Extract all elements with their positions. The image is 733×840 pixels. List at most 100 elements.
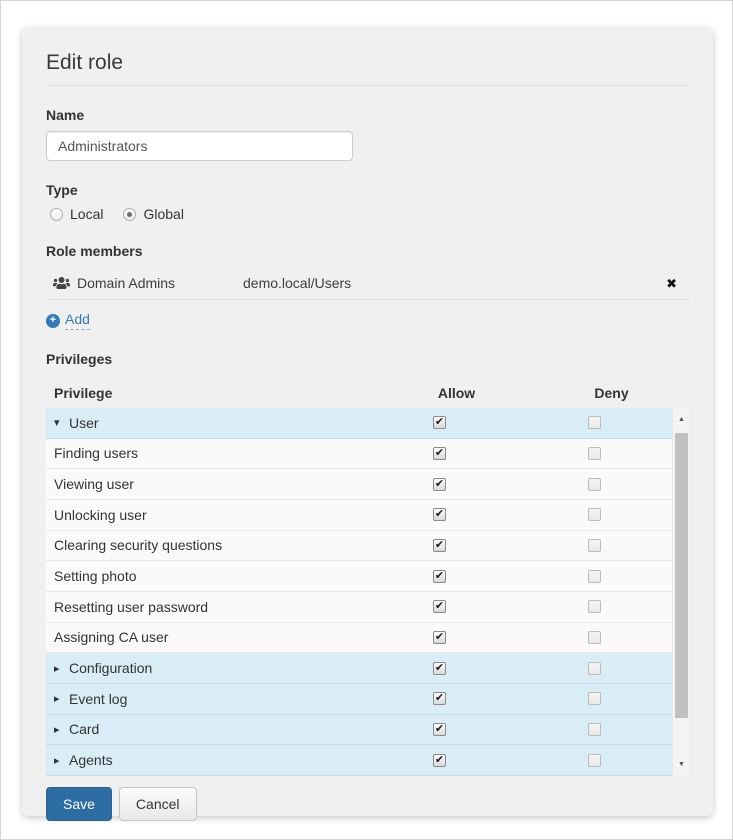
deny-checkbox-cell bbox=[517, 631, 672, 644]
privilege-cell: Clearing security questions bbox=[46, 537, 362, 553]
add-member-button[interactable]: + Add bbox=[46, 311, 90, 330]
deny-checkbox-cell bbox=[517, 754, 672, 767]
deny-checkbox[interactable] bbox=[588, 416, 601, 429]
scroll-thumb[interactable] bbox=[675, 433, 688, 718]
deny-checkbox[interactable] bbox=[588, 570, 601, 583]
deny-checkbox-cell bbox=[517, 662, 672, 675]
remove-member-icon[interactable]: ✖ bbox=[660, 277, 683, 290]
allow-checkbox[interactable]: ✔ bbox=[433, 570, 446, 583]
allow-checkbox-cell: ✔ bbox=[362, 662, 517, 675]
privilege-cell: Viewing user bbox=[46, 476, 362, 492]
allow-checkbox-cell: ✔ bbox=[362, 508, 517, 521]
scrollbar[interactable]: ▲ ▼ bbox=[672, 408, 689, 776]
window: Edit role Name Type LocalGlobal Role mem… bbox=[0, 0, 733, 840]
save-button[interactable]: Save bbox=[46, 787, 112, 821]
table-row[interactable]: ▸ Event log ✔ bbox=[46, 684, 672, 715]
privilege-cell: ▸Configuration bbox=[46, 660, 362, 676]
privileges-table-header: Privilege Allow Deny bbox=[46, 381, 689, 405]
deny-checkbox[interactable] bbox=[588, 478, 601, 491]
chevron-right-icon[interactable]: ▸ bbox=[54, 662, 64, 675]
deny-checkbox-cell bbox=[517, 692, 672, 705]
privilege-label: Unlocking user bbox=[54, 507, 147, 523]
type-radio-local[interactable]: Local bbox=[50, 206, 103, 222]
privilege-cell: Assigning CA user bbox=[46, 629, 362, 645]
deny-checkbox-cell bbox=[517, 539, 672, 552]
allow-checkbox[interactable]: ✔ bbox=[433, 508, 446, 521]
edit-role-dialog: Edit role Name Type LocalGlobal Role mem… bbox=[22, 27, 713, 816]
privilege-label: Agents bbox=[69, 752, 113, 768]
allow-checkbox-cell: ✔ bbox=[362, 723, 517, 736]
deny-checkbox[interactable] bbox=[588, 447, 601, 460]
allow-checkbox[interactable]: ✔ bbox=[433, 447, 446, 460]
role-members-label: Role members bbox=[46, 243, 689, 259]
table-row[interactable]: Setting photo ✔ bbox=[46, 561, 672, 592]
scroll-down-button[interactable]: ▼ bbox=[673, 756, 690, 773]
allow-checkbox-cell: ✔ bbox=[362, 570, 517, 583]
column-header-allow: Allow bbox=[379, 385, 534, 401]
allow-checkbox-cell: ✔ bbox=[362, 692, 517, 705]
title-divider bbox=[46, 85, 689, 86]
plus-circle-icon: + bbox=[46, 314, 60, 328]
deny-checkbox[interactable] bbox=[588, 723, 601, 736]
table-row[interactable]: Unlocking user ✔ bbox=[46, 500, 672, 531]
allow-checkbox[interactable]: ✔ bbox=[433, 416, 446, 429]
deny-checkbox-cell bbox=[517, 416, 672, 429]
deny-checkbox[interactable] bbox=[588, 539, 601, 552]
privilege-cell: Setting photo bbox=[46, 568, 362, 584]
role-member-row: Domain Admins demo.local/Users ✖ bbox=[46, 267, 689, 300]
table-row[interactable]: ▸Configuration ✔ bbox=[46, 653, 672, 684]
name-label: Name bbox=[46, 107, 689, 123]
radio-icon[interactable] bbox=[50, 208, 63, 221]
scroll-up-button[interactable]: ▲ bbox=[673, 411, 690, 428]
deny-checkbox[interactable] bbox=[588, 600, 601, 613]
chevron-down-icon[interactable]: ▾ bbox=[54, 416, 64, 429]
deny-checkbox[interactable] bbox=[588, 754, 601, 767]
page-title: Edit role bbox=[46, 51, 689, 75]
deny-checkbox[interactable] bbox=[588, 508, 601, 521]
privilege-label: Event log bbox=[69, 691, 127, 707]
table-row[interactable]: Clearing security questions ✔ bbox=[46, 531, 672, 562]
column-header-deny: Deny bbox=[534, 385, 689, 401]
role-name-input[interactable] bbox=[46, 131, 353, 161]
table-row[interactable]: ▸Card✔ bbox=[46, 715, 672, 746]
chevron-right-icon[interactable]: ▸ bbox=[54, 754, 64, 767]
deny-checkbox[interactable] bbox=[588, 662, 601, 675]
allow-checkbox-cell: ✔ bbox=[362, 631, 517, 644]
type-radio-global[interactable]: Global bbox=[123, 206, 183, 222]
allow-checkbox[interactable]: ✔ bbox=[433, 600, 446, 613]
privilege-label: Clearing security questions bbox=[54, 537, 222, 553]
privilege-cell: ▾ User bbox=[46, 415, 362, 431]
chevron-right-icon[interactable]: ▸ bbox=[54, 723, 64, 736]
radio-icon[interactable] bbox=[123, 208, 136, 221]
allow-checkbox[interactable]: ✔ bbox=[433, 478, 446, 491]
allow-checkbox-cell: ✔ bbox=[362, 600, 517, 613]
allow-checkbox[interactable]: ✔ bbox=[433, 692, 446, 705]
deny-checkbox-cell bbox=[517, 478, 672, 491]
add-member-label: Add bbox=[65, 311, 90, 330]
chevron-right-icon[interactable]: ▸ bbox=[54, 692, 64, 705]
table-row[interactable]: Viewing user ✔ bbox=[46, 469, 672, 500]
table-row[interactable]: Finding users ✔ bbox=[46, 439, 672, 470]
allow-checkbox[interactable]: ✔ bbox=[433, 631, 446, 644]
privilege-label: Resetting user password bbox=[54, 599, 208, 615]
allow-checkbox[interactable]: ✔ bbox=[433, 539, 446, 552]
deny-checkbox[interactable] bbox=[588, 692, 601, 705]
cancel-button[interactable]: Cancel bbox=[119, 787, 197, 821]
allow-checkbox[interactable]: ✔ bbox=[433, 662, 446, 675]
privilege-cell: Unlocking user bbox=[46, 507, 362, 523]
privilege-cell: Finding users bbox=[46, 445, 362, 461]
privileges-label: Privileges bbox=[46, 351, 689, 367]
table-row[interactable]: ▾ User ✔ bbox=[46, 408, 672, 439]
allow-checkbox[interactable]: ✔ bbox=[433, 723, 446, 736]
allow-checkbox[interactable]: ✔ bbox=[433, 754, 446, 767]
deny-checkbox[interactable] bbox=[588, 631, 601, 644]
privilege-label: Setting photo bbox=[54, 568, 137, 584]
privilege-label: User bbox=[69, 415, 99, 431]
radio-label: Local bbox=[70, 206, 103, 222]
table-row[interactable]: ▸ Agents ✔ bbox=[46, 745, 672, 776]
member-location: demo.local/Users bbox=[243, 275, 660, 291]
table-row[interactable]: Resetting user password ✔ bbox=[46, 592, 672, 623]
privilege-label: Viewing user bbox=[54, 476, 134, 492]
privileges-rows: ▾User✔Finding users✔Viewing user✔Unlocki… bbox=[46, 408, 672, 776]
table-row[interactable]: Assigning CA user ✔ bbox=[46, 623, 672, 654]
